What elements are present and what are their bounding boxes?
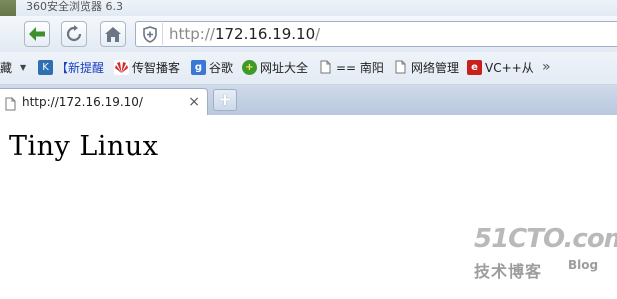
navigation-bar: http://172.16.19.10/ bbox=[0, 16, 617, 52]
bookmark-google[interactable]: g 谷歌 bbox=[191, 59, 233, 75]
bookmarks-overflow-button[interactable]: » bbox=[542, 59, 551, 75]
tab-active[interactable]: http://172.16.19.10/ × bbox=[0, 88, 208, 116]
red-e-icon: e bbox=[467, 59, 482, 75]
watermark: 51CTO.com 技术博客 Blog bbox=[470, 220, 617, 290]
page-icon bbox=[5, 96, 16, 115]
bookmarks-bar: 藏 ▼ K 【新提醒 传智播客 g 谷歌 + 网址大全 == 南阳 网络管理 e… bbox=[0, 52, 617, 85]
back-button[interactable] bbox=[24, 21, 50, 47]
watermark-site: 51CTO.com bbox=[474, 224, 617, 254]
k-brand-icon: K bbox=[38, 59, 53, 75]
page-heading: Tiny Linux bbox=[9, 131, 159, 162]
back-arrow-icon bbox=[29, 27, 45, 41]
title-bar: 360安全浏览器 6.3 bbox=[0, 0, 617, 46]
dropdown-arrow-icon: ▼ bbox=[20, 62, 27, 72]
bookmark-label: 网址大全 bbox=[260, 60, 309, 75]
bookmark-label: 藏 bbox=[0, 60, 13, 75]
bookmark-label: 谷歌 bbox=[209, 60, 234, 75]
page-icon bbox=[393, 60, 408, 75]
google-icon: g bbox=[191, 59, 206, 75]
bookmark-network-management[interactable]: 网络管理 bbox=[393, 59, 459, 75]
bookmark-label: 传智播客 bbox=[132, 60, 181, 75]
tab-label: http://172.16.19.10/ bbox=[22, 95, 143, 109]
home-icon bbox=[105, 26, 121, 42]
close-tab-icon[interactable]: × bbox=[188, 94, 200, 110]
watermark-blog: Blog bbox=[568, 258, 599, 272]
bookmark-label: VC++从 bbox=[485, 60, 534, 75]
hao-icon: + bbox=[242, 59, 257, 75]
url-protocol: http:// bbox=[169, 25, 215, 43]
bookmark-label: == 南阳 bbox=[336, 60, 384, 75]
security-shield-icon[interactable] bbox=[138, 23, 163, 45]
bookmark-vc[interactable]: e VC++从 bbox=[467, 59, 534, 75]
chevron-double-right-icon: » bbox=[542, 59, 551, 75]
bookmark-itcast[interactable]: 传智播客 bbox=[114, 59, 180, 75]
url-host: 172.16.19.10 bbox=[214, 25, 316, 43]
url-path: / bbox=[315, 25, 321, 43]
home-button[interactable] bbox=[100, 21, 126, 47]
watermark-tagline: 技术博客 bbox=[474, 262, 543, 281]
bookmark-nanyang[interactable]: == 南阳 bbox=[318, 59, 384, 75]
bookmark-label: 网络管理 bbox=[411, 60, 460, 75]
new-tab-button[interactable]: + bbox=[213, 89, 237, 111]
page-icon bbox=[318, 60, 333, 75]
tab-strip: http://172.16.19.10/ × + bbox=[0, 85, 617, 116]
bookmark-label: 【新提醒 bbox=[56, 60, 105, 75]
window-title: 360安全浏览器 6.3 bbox=[26, 0, 123, 13]
bookmark-hao360[interactable]: + 网址大全 bbox=[242, 59, 308, 75]
bookmark-reminder[interactable]: K 【新提醒 bbox=[38, 59, 104, 75]
address-bar[interactable]: http://172.16.19.10/ bbox=[135, 21, 617, 47]
refresh-button[interactable] bbox=[61, 21, 87, 47]
huawei-icon bbox=[114, 59, 129, 75]
url-text[interactable]: http://172.16.19.10/ bbox=[169, 25, 320, 43]
bookmark-favorites[interactable]: 藏 ▼ bbox=[0, 59, 26, 75]
refresh-icon bbox=[66, 25, 82, 42]
